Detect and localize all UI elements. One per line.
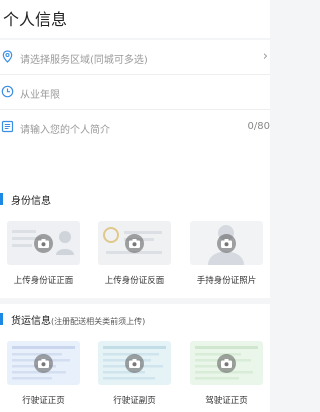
id-front-thumbnail	[7, 221, 80, 265]
id-back-thumbnail	[98, 221, 171, 265]
upload-driving-license-main[interactable]: 行驶证正页	[7, 341, 80, 406]
personal-info-form: 请选择服务区域(同城可多选) › 从业年限 请输入您的个人简介 0/80	[0, 40, 270, 184]
camera-icon	[217, 234, 236, 253]
driving-license-sub-thumbnail	[98, 341, 171, 385]
identity-section-title: 身份信息	[11, 196, 51, 207]
section-accent-bar	[0, 313, 3, 325]
freight-section: 货运信息(注册配送相关类前须上传) 行驶证正页 行驶证副页 驾驶证正页	[0, 304, 270, 412]
upload-driving-license-sub[interactable]: 行驶证副页	[98, 341, 171, 406]
intro-row[interactable]: 请输入您的个人简介 0/80	[0, 110, 270, 184]
driver-license-main-label: 驾驶证正页	[205, 396, 248, 406]
id-handheld-label: 手持身份证照片	[196, 276, 257, 286]
camera-icon	[217, 354, 236, 373]
camera-icon	[125, 234, 144, 253]
service-area-row[interactable]: 请选择服务区域(同城可多选) ›	[0, 40, 270, 75]
clock-icon	[1, 85, 14, 98]
camera-icon	[125, 354, 144, 373]
id-front-label: 上传身份证正面	[13, 276, 74, 286]
driver-license-main-thumbnail	[190, 341, 263, 385]
upload-driver-license-main[interactable]: 驾驶证正页	[190, 341, 263, 406]
header: 个人信息	[0, 0, 270, 38]
location-pin-icon	[2, 50, 13, 63]
freight-section-note: (注册配送相关类前须上传)	[51, 317, 146, 326]
camera-icon	[34, 234, 53, 253]
upload-id-front[interactable]: 上传身份证正面	[7, 221, 80, 286]
freight-section-title: 货运信息(注册配送相关类前须上传)	[11, 312, 145, 327]
identity-section: 身份信息 上传身份证正面 上传身份证反面 手持身份证照片	[0, 184, 270, 298]
note-icon	[1, 120, 14, 133]
intro-char-counter: 0/80	[247, 121, 270, 132]
intro-placeholder: 请输入您的个人简介	[20, 125, 110, 136]
driving-license-main-label: 行驶证正页	[22, 396, 65, 406]
page-title: 个人信息	[3, 10, 68, 29]
id-handheld-thumbnail	[190, 221, 263, 265]
upload-id-handheld[interactable]: 手持身份证照片	[190, 221, 263, 286]
driving-license-main-thumbnail	[7, 341, 80, 385]
freight-title-text: 货运信息	[11, 316, 51, 327]
driving-license-sub-label: 行驶证副页	[113, 396, 156, 406]
camera-icon	[34, 354, 53, 373]
section-accent-bar	[0, 193, 3, 205]
id-back-label: 上传身份证反面	[104, 276, 165, 286]
years-row[interactable]: 从业年限	[0, 75, 270, 110]
upload-id-back[interactable]: 上传身份证反面	[98, 221, 171, 286]
service-area-placeholder: 请选择服务区域(同城可多选)	[20, 55, 148, 66]
years-placeholder: 从业年限	[20, 90, 60, 101]
chevron-right-icon: ›	[262, 49, 268, 64]
